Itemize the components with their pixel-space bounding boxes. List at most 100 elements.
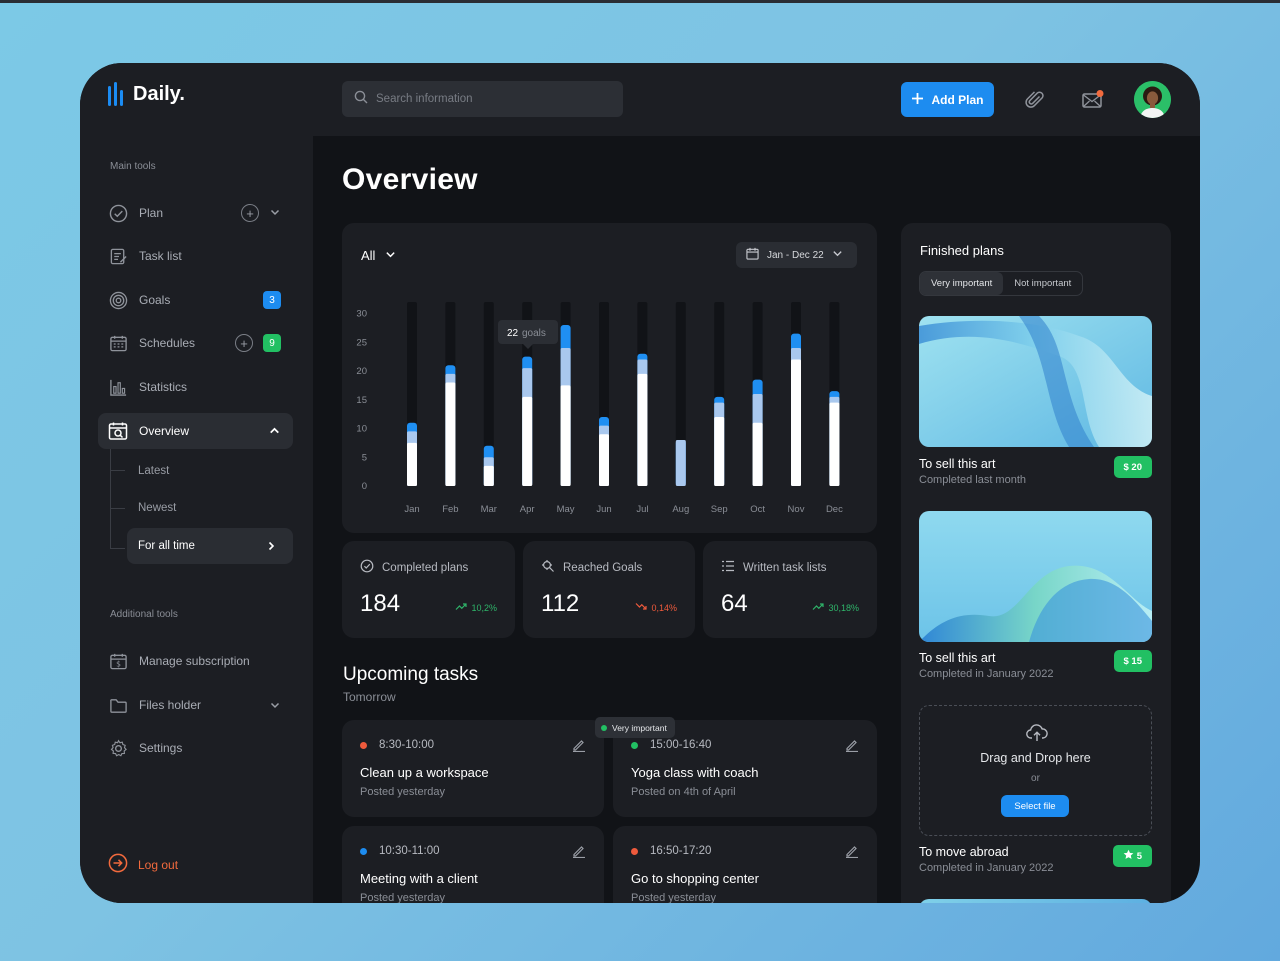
sidebar-item-statistics[interactable]: Statistics — [98, 369, 293, 405]
logout-icon — [108, 853, 128, 876]
sidebar-item-schedules[interactable]: Schedules + 9 — [98, 325, 293, 361]
bar-chart: 30 25 20 15 10 5 0 Jan Feb Mar Apr May Jun Jul Aug Sep… — [356, 302, 843, 515]
importance-toggle: Very important Not important — [919, 271, 1084, 296]
bar-segment[interactable] — [445, 382, 456, 487]
chart-tooltip: 22 goals — [498, 320, 558, 349]
art-image[interactable] — [919, 316, 1152, 447]
finished-plans-title: Finished plans — [920, 243, 1004, 258]
bar-segment[interactable] — [599, 434, 609, 486]
edit-icon[interactable] — [845, 844, 859, 859]
bar-segment[interactable] — [714, 417, 725, 486]
chart-card: All Jan - Dec 22 30 25 20 15 10 5 0 Jan Feb Mar A… — [342, 223, 877, 533]
submenu-tick — [111, 508, 125, 509]
subscription-icon: $ — [108, 651, 128, 671]
bar-segment[interactable] — [752, 422, 763, 486]
task-time: 8:30-10:00 — [379, 739, 434, 751]
add-plan-button[interactable]: Add Plan — [901, 82, 994, 117]
task-title: Go to shopping center — [631, 871, 759, 886]
bar-segment[interactable] — [483, 465, 494, 486]
search-input[interactable] — [376, 93, 606, 105]
tab-not-important[interactable]: Not important — [1003, 272, 1082, 295]
stat-change: 0,14% — [635, 602, 677, 613]
stat-card-reached-goals: Reached Goals 112 0,14% — [523, 541, 695, 638]
svg-text:$: $ — [116, 659, 121, 668]
sidebar-item-label: Statistics — [139, 380, 188, 394]
logo[interactable]: Daily. — [108, 82, 185, 106]
y-tick-label: 0 — [362, 481, 367, 492]
task-posted: Posted yesterday — [360, 786, 445, 798]
sidebar-item-plan[interactable]: Plan + — [98, 195, 293, 231]
sidebar-item-files-holder[interactable]: Files holder — [98, 687, 293, 723]
sidebar-item-task-list[interactable]: Task list — [98, 238, 293, 274]
select-file-button[interactable]: Select file — [1001, 795, 1069, 817]
art-image[interactable] — [919, 511, 1152, 642]
edit-icon[interactable] — [845, 738, 859, 753]
calendar-icon — [108, 333, 128, 353]
schedules-add-icon[interactable]: + — [235, 334, 253, 352]
y-tick-label: 25 — [356, 337, 367, 348]
additional-tools-title: Additional tools — [110, 609, 178, 620]
chevron-down-icon[interactable] — [269, 206, 281, 221]
stat-label: Reached Goals — [563, 561, 643, 574]
plan-add-icon[interactable]: + — [241, 204, 259, 222]
search-box[interactable] — [342, 81, 623, 117]
plan-name: To sell this art — [919, 651, 996, 665]
plan-sub: Completed in January 2022 — [919, 668, 1054, 680]
chevron-right-icon — [265, 540, 277, 555]
bar-segment[interactable] — [522, 396, 533, 486]
submenu-item-for-all-time[interactable]: For all time — [127, 528, 293, 564]
submenu-item-newest[interactable]: Newest — [127, 490, 293, 526]
bar-segment[interactable] — [560, 385, 571, 486]
sidebar-item-manage-subscription[interactable]: $ Manage subscription — [98, 643, 293, 679]
sidebar-item-label: Overview — [139, 424, 190, 438]
sidebar-item-settings[interactable]: Settings — [98, 730, 293, 766]
x-tick-label: Sep — [711, 504, 728, 515]
paperclip-icon[interactable] — [1024, 89, 1046, 111]
cloud-upload-icon — [1026, 724, 1048, 747]
price-badge: $ 20 — [1113, 456, 1152, 478]
file-dropzone[interactable]: Drag and Drop here or Select file — [919, 705, 1152, 836]
x-tick-label: Feb — [442, 504, 458, 515]
page-title: Overview — [342, 163, 478, 196]
sidebar-item-goals[interactable]: Goals 3 — [98, 282, 293, 318]
chevron-up-icon[interactable] — [268, 424, 281, 440]
folder-icon — [108, 695, 128, 715]
logout-button[interactable]: Log out — [108, 853, 178, 876]
x-tick-label: Aug — [672, 504, 689, 515]
avatar[interactable] — [1134, 81, 1171, 118]
bar-segment[interactable] — [791, 359, 801, 487]
top-strip — [0, 0, 1280, 3]
check-circle-icon — [360, 559, 374, 576]
dropzone-or: or — [1031, 773, 1040, 784]
bar-segment[interactable] — [637, 373, 648, 486]
check-circle-icon — [108, 203, 128, 223]
task-card[interactable]: 10:30-11:00 Meeting with a client Posted… — [342, 826, 604, 903]
mail-icon[interactable] — [1081, 89, 1104, 111]
task-title: Yoga class with coach — [631, 765, 759, 780]
tab-very-important[interactable]: Very important — [920, 272, 1004, 295]
tooltip-label: goals — [522, 328, 546, 339]
x-tick-label: Dec — [826, 504, 843, 515]
x-tick-label: Jun — [596, 504, 611, 515]
x-tick-label: Apr — [520, 504, 535, 515]
x-tick-label: Mar — [481, 504, 497, 515]
stat-change-value: 30,18% — [828, 602, 859, 613]
edit-icon[interactable] — [572, 738, 586, 753]
submenu-tick — [111, 470, 125, 471]
sidebar-item-overview[interactable]: Overview — [98, 413, 293, 449]
bar-segment[interactable] — [407, 442, 417, 486]
task-card[interactable]: 16:50-17:20 Go to shopping center Posted… — [613, 826, 877, 903]
bar-segment[interactable] — [829, 402, 840, 486]
edit-icon[interactable] — [572, 844, 586, 859]
chevron-down-icon[interactable] — [269, 699, 281, 714]
plan-sub: Completed in January 2022 — [919, 862, 1054, 874]
stat-card-completed-plans: Completed plans 184 10,2% — [342, 541, 515, 638]
task-card[interactable]: 8:30-10:00 Clean up a workspace Posted y… — [342, 720, 604, 817]
bar-segment[interactable] — [675, 440, 686, 486]
stat-card-written-task-lists: Written task lists 64 30,18% — [703, 541, 877, 638]
status-dot — [601, 724, 607, 731]
trend-up-icon — [812, 602, 825, 613]
submenu-item-latest[interactable]: Latest — [127, 453, 293, 489]
very-important-tag: Very important — [595, 717, 675, 738]
priority-dot — [360, 741, 367, 749]
